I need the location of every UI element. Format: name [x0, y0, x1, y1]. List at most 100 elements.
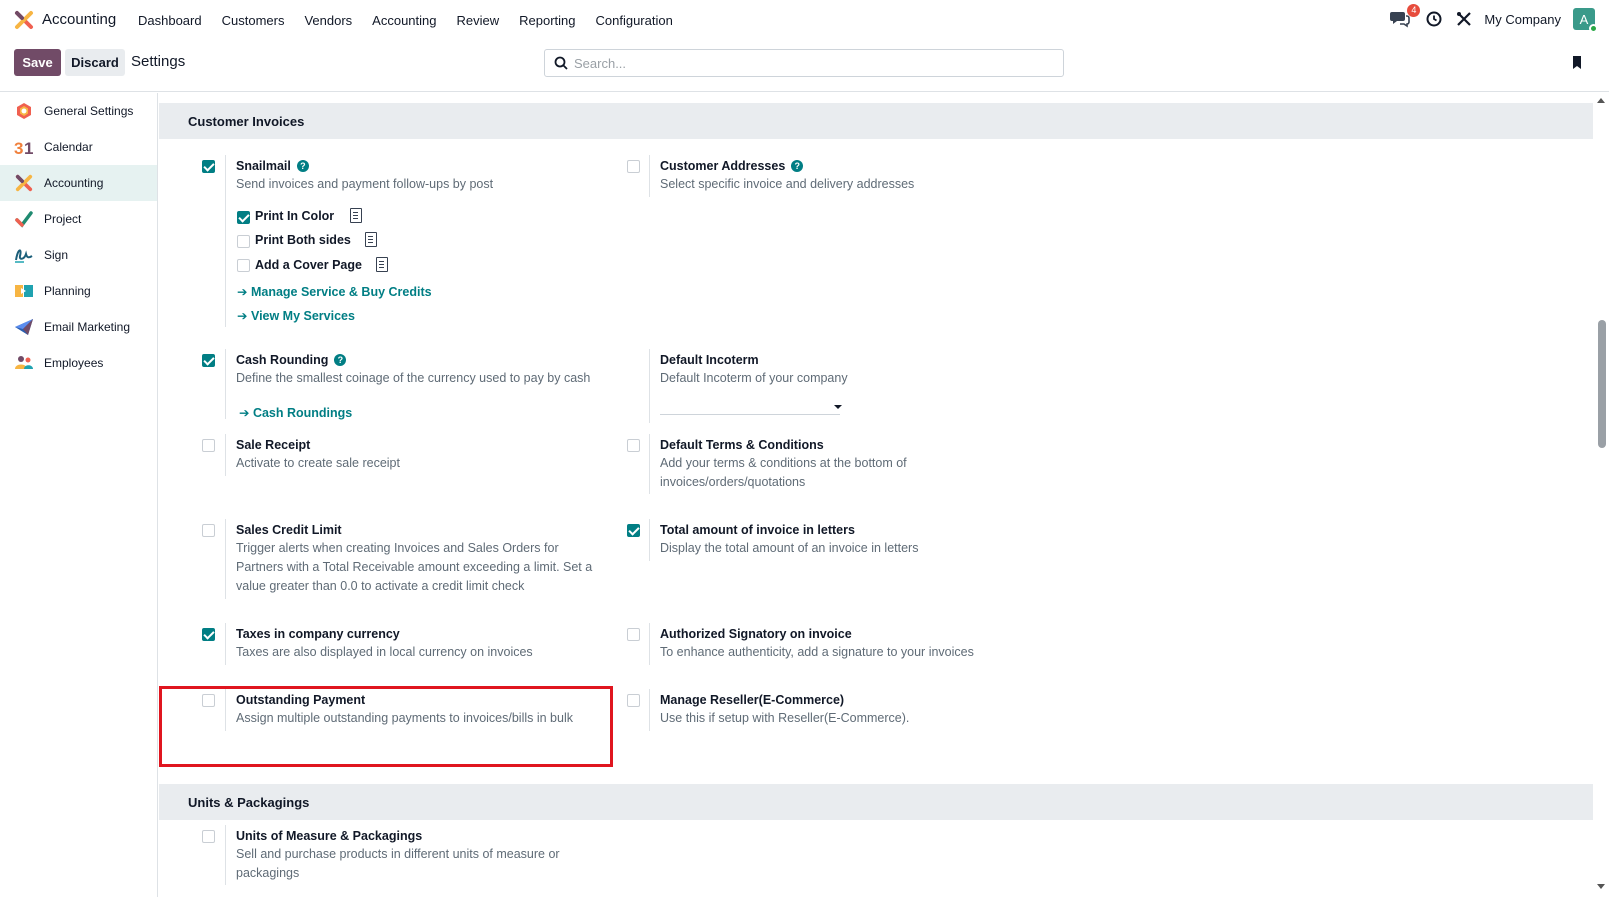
menu-vendors[interactable]: Vendors: [304, 13, 352, 28]
bookmark-icon[interactable]: [1571, 55, 1583, 70]
sidebar-item-label: Planning: [44, 284, 91, 298]
discard-button[interactable]: Discard: [65, 49, 125, 76]
online-status-dot: [1589, 24, 1598, 33]
accounting-app-icon[interactable]: [14, 10, 34, 30]
cash-roundings-link[interactable]: ➔ Cash Roundings: [239, 405, 352, 420]
help-icon[interactable]: ?: [791, 160, 804, 172]
divider: [225, 519, 226, 599]
sidebar-item-email-marketing[interactable]: Email Marketing: [0, 309, 157, 345]
scrollbar[interactable]: [1593, 93, 1609, 897]
sale-receipt-title: Sale Receipt: [236, 438, 311, 452]
default-incoterm-title: Default Incoterm: [660, 353, 759, 367]
view-services-link[interactable]: ➔ View My Services: [237, 308, 355, 323]
section-customer-invoices: Customer Invoices: [159, 103, 1593, 139]
section-units-packagings: Units & Packagings: [159, 784, 1593, 820]
customer-addresses-title-text: Customer Addresses: [660, 159, 786, 173]
debug-tools-icon[interactable]: [1456, 11, 1472, 27]
document-icon: [365, 232, 377, 247]
cash-rounding-checkbox[interactable]: [202, 354, 215, 367]
user-avatar[interactable]: A: [1573, 8, 1598, 33]
general-settings-icon: [14, 101, 34, 121]
taxes-company-currency-title: Taxes in company currency: [236, 627, 400, 641]
sidebar-item-project[interactable]: Project: [0, 201, 157, 237]
sale-receipt-desc: Activate to create sale receipt: [236, 456, 400, 470]
manage-reseller-title: Manage Reseller(E-Commerce): [660, 693, 845, 707]
print-color-checkbox[interactable]: [237, 211, 250, 224]
menu-customers[interactable]: Customers: [222, 13, 285, 28]
arrow-right-icon: ➔: [237, 285, 251, 299]
manage-service-link[interactable]: ➔ Manage Service & Buy Credits: [237, 284, 432, 299]
units-measure-checkbox[interactable]: [202, 830, 215, 843]
menu-accounting[interactable]: Accounting: [372, 13, 436, 28]
manage-reseller-desc: Use this if setup with Reseller(E-Commer…: [660, 711, 910, 725]
taxes-company-currency-desc: Taxes are also displayed in local curren…: [236, 645, 533, 659]
total-in-letters-desc: Display the total amount of an invoice i…: [660, 541, 919, 555]
sidebar-item-general-settings[interactable]: General Settings: [0, 93, 157, 129]
default-incoterm-desc: Default Incoterm of your company: [660, 371, 848, 385]
cover-page-label: Add a Cover Page: [255, 258, 362, 272]
settings-main: Customer Invoices Snailmail? Send invoic…: [159, 93, 1593, 897]
print-both-checkbox[interactable]: [237, 235, 250, 248]
incoterm-select[interactable]: [660, 397, 840, 415]
outstanding-payment-title: Outstanding Payment: [236, 693, 366, 707]
snailmail-desc: Send invoices and payment follow-ups by …: [236, 177, 494, 191]
divider: [649, 519, 650, 561]
divider: [649, 434, 650, 494]
navbar-systray: 4 My Company A: [1390, 4, 1598, 33]
cash-rounding-title-text: Cash Rounding: [236, 353, 329, 367]
sales-credit-limit-desc: Trigger alerts when creating Invoices an…: [236, 541, 593, 593]
customer-addresses-title: Customer Addresses?: [660, 159, 804, 173]
menu-configuration[interactable]: Configuration: [596, 13, 673, 28]
sidebar-item-calendar[interactable]: 31 Calendar: [0, 129, 157, 165]
print-both-label: Print Both sides: [255, 233, 351, 247]
manage-reseller-checkbox[interactable]: [627, 694, 640, 707]
sidebar-item-sign[interactable]: Sign: [0, 237, 157, 273]
taxes-company-currency-checkbox[interactable]: [202, 628, 215, 641]
manage-service-link-text: Manage Service & Buy Credits: [250, 285, 432, 299]
arrow-right-icon: ➔: [239, 406, 253, 420]
customer-addresses-checkbox[interactable]: [627, 160, 640, 173]
divider: [649, 623, 650, 665]
page-title: Settings: [131, 53, 186, 70]
scrollbar-thumb[interactable]: [1598, 320, 1606, 448]
menu-dashboard[interactable]: Dashboard: [138, 13, 202, 28]
messages-icon[interactable]: 4: [1390, 4, 1421, 30]
cash-roundings-link-text: Cash Roundings: [252, 406, 353, 420]
snailmail-checkbox[interactable]: [202, 160, 215, 173]
sidebar-item-employees[interactable]: Employees: [0, 345, 157, 381]
total-in-letters-title: Total amount of invoice in letters: [660, 523, 855, 537]
authorized-signatory-checkbox[interactable]: [627, 628, 640, 641]
sign-icon: [14, 245, 34, 265]
scroll-up-arrow-icon[interactable]: [1597, 98, 1605, 103]
activity-clock-icon[interactable]: [1426, 11, 1442, 27]
divider: [225, 689, 226, 731]
save-button[interactable]: Save: [14, 49, 61, 76]
sale-receipt-checkbox[interactable]: [202, 439, 215, 452]
divider: [225, 825, 226, 885]
help-icon[interactable]: ?: [334, 354, 347, 366]
default-terms-title: Default Terms & Conditions: [660, 438, 824, 452]
divider: [225, 623, 226, 665]
sidebar-item-planning[interactable]: Planning: [0, 273, 157, 309]
employees-icon: [14, 353, 34, 373]
scroll-down-arrow-icon[interactable]: [1597, 884, 1605, 889]
divider: [649, 155, 650, 197]
company-switcher[interactable]: My Company: [1484, 12, 1561, 27]
settings-search-box[interactable]: [544, 49, 1064, 77]
menu-reporting[interactable]: Reporting: [519, 13, 575, 28]
sales-credit-limit-checkbox[interactable]: [202, 524, 215, 537]
sidebar-item-label: Email Marketing: [44, 320, 131, 334]
help-icon[interactable]: ?: [296, 160, 309, 172]
sidebar-item-accounting[interactable]: Accounting: [0, 165, 157, 201]
total-in-letters-checkbox[interactable]: [627, 524, 640, 537]
sidebar-item-label: Sign: [44, 248, 69, 262]
menu-review[interactable]: Review: [457, 13, 500, 28]
outstanding-payment-checkbox[interactable]: [202, 694, 215, 707]
document-icon: [376, 257, 388, 272]
app-name[interactable]: Accounting: [42, 11, 116, 28]
search-input[interactable]: [574, 55, 1034, 71]
control-panel: Save Discard Settings: [0, 40, 1609, 92]
cover-page-checkbox[interactable]: [237, 259, 250, 272]
default-terms-checkbox[interactable]: [627, 439, 640, 452]
top-navbar: Accounting Dashboard Customers Vendors A…: [0, 0, 1609, 40]
